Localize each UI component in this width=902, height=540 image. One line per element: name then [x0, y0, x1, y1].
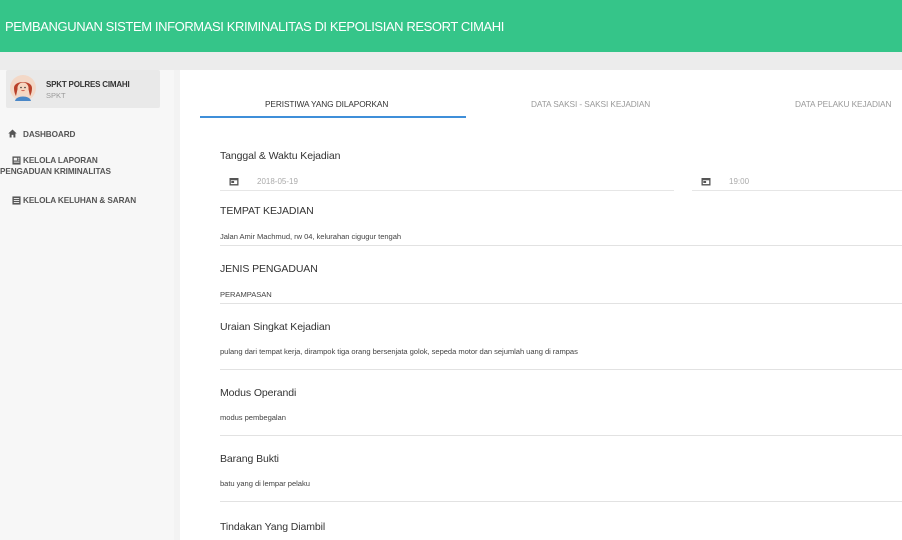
field-label-tempat-kejadian: TEMPAT KEJADIAN [220, 205, 314, 217]
field-label-modus: Modus Operandi [220, 387, 297, 399]
app-title: PEMBANGUNAN SISTEM INFORMASI KRIMINALITA… [5, 19, 504, 34]
tab-data-pelaku[interactable]: DATA PELAKU KEJADIAN [795, 99, 891, 109]
profile-role: SPKT [46, 91, 66, 100]
field-value-barang-bukti[interactable]: batu yang di lempar pelaku [220, 479, 310, 488]
sidebar-item-kelola-keluhan[interactable]: KELOLA KELUHAN & SARAN [0, 195, 136, 206]
date-value: 2018-05-19 [257, 177, 298, 186]
time-value: 19:00 [729, 177, 750, 186]
sidebar-item-label-line2: PENGADUAN KRIMINALITAS [0, 167, 111, 176]
field-divider [220, 245, 902, 246]
tab-data-saksi[interactable]: DATA SAKSI - SAKSI KEJADIAN [531, 99, 650, 109]
field-value-jenis-pengaduan[interactable]: PERAMPASAN [220, 290, 272, 299]
field-value-tempat-kejadian[interactable]: Jalan Amir Machmud, rw 04, kelurahan cig… [220, 232, 401, 241]
header-band [0, 52, 902, 70]
app-header: PEMBANGUNAN SISTEM INFORMASI KRIMINALITA… [0, 0, 902, 52]
field-label-tanggal-waktu: Tanggal & Waktu Kejadian [220, 150, 341, 162]
main-content: PERISTIWA YANG DILAPORKAN DATA SAKSI - S… [180, 70, 902, 540]
field-label-barang-bukti: Barang Bukti [220, 453, 279, 465]
field-divider [220, 303, 902, 304]
field-label-jenis-pengaduan: JENIS PENGADUAN [220, 263, 318, 275]
calendar-icon [701, 178, 711, 186]
list-icon [12, 196, 21, 205]
field-label-uraian: Uraian Singkat Kejadian [220, 321, 331, 333]
time-field[interactable]: 19:00 [692, 171, 902, 191]
user-avatar-icon [10, 75, 36, 101]
field-divider [220, 501, 902, 502]
calendar-icon [229, 178, 239, 186]
sidebar: SPKT POLRES CIMAHI SPKT DASHBOARD KELOLA… [0, 70, 174, 540]
active-tab-indicator [200, 116, 466, 118]
tab-peristiwa[interactable]: PERISTIWA YANG DILAPORKAN [265, 99, 388, 109]
field-value-uraian[interactable]: pulang dari tempat kerja, dirampok tiga … [220, 347, 578, 356]
sidebar-item-kelola-laporan[interactable]: KELOLA LAPORAN PENGADUAN KRIMINALITAS [0, 155, 111, 177]
field-value-modus[interactable]: modus pembegalan [220, 413, 286, 422]
field-divider [220, 435, 902, 436]
report-icon [12, 156, 21, 165]
home-icon [8, 129, 17, 138]
date-field[interactable]: 2018-05-19 [220, 171, 674, 191]
user-profile[interactable]: SPKT POLRES CIMAHI SPKT [6, 70, 160, 108]
sidebar-item-dashboard[interactable]: DASHBOARD [0, 129, 75, 140]
field-label-tindakan: Tindakan Yang Diambil [220, 521, 326, 533]
field-divider [220, 369, 902, 370]
profile-name: SPKT POLRES CIMAHI [46, 80, 130, 89]
